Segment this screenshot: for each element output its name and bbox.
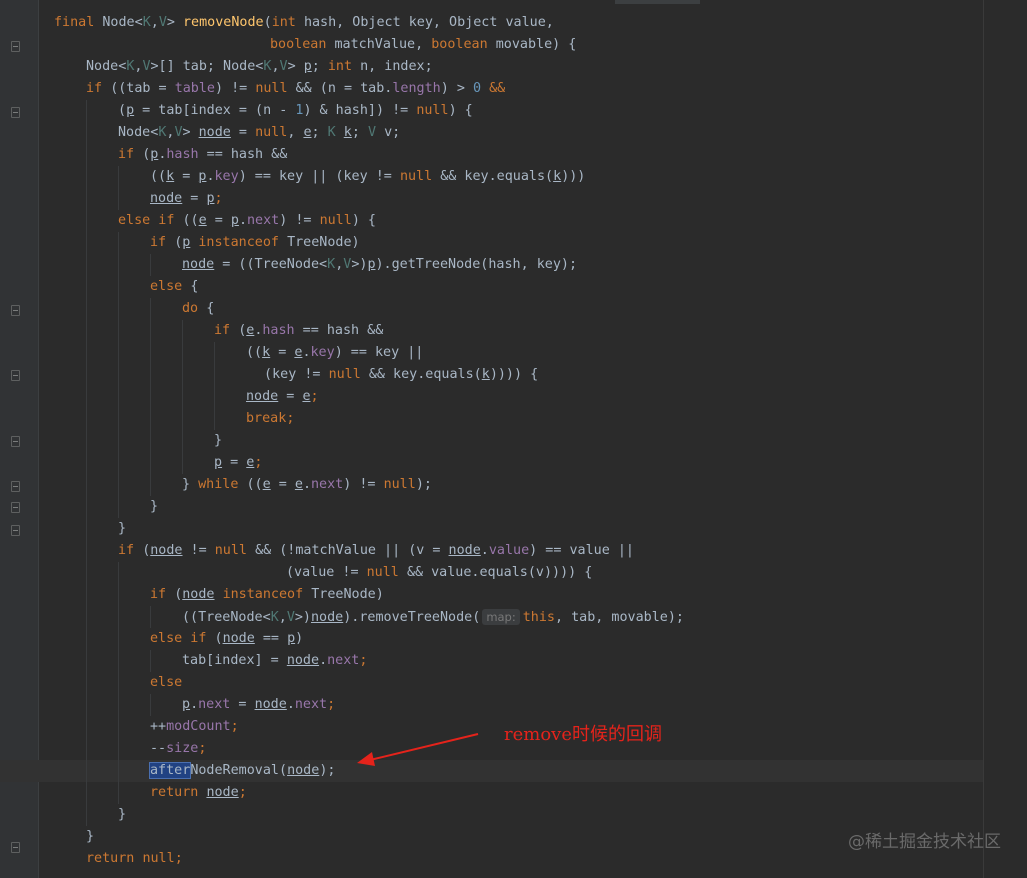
callback-annotation: remove时候的回调 — [504, 724, 662, 745]
watermark: @稀土掘金技术社区 — [848, 832, 1001, 852]
